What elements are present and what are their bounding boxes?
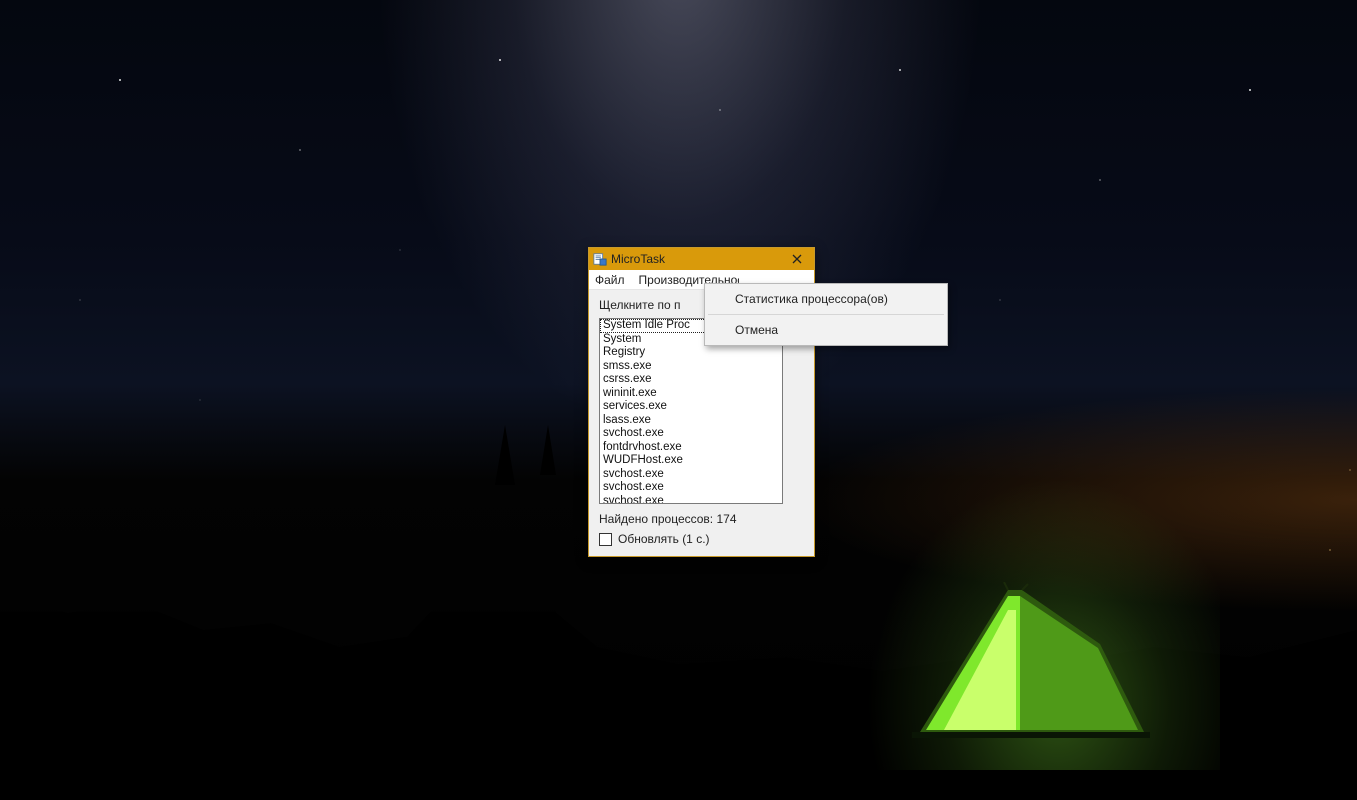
process-list-item[interactable]: lsass.exe	[600, 414, 782, 428]
close-button[interactable]	[780, 248, 814, 270]
status-found-label: Найдено процессов:	[599, 512, 713, 526]
menu-file[interactable]: Файл	[595, 273, 625, 287]
process-list-item[interactable]: fontdrvhost.exe	[600, 441, 782, 455]
process-list-item[interactable]: svchost.exe	[600, 427, 782, 441]
process-list-item[interactable]: csrss.exe	[600, 373, 782, 387]
process-list-item[interactable]: svchost.exe	[600, 495, 782, 504]
performance-dropdown: Статистика процессора(ов) Отмена	[704, 283, 948, 346]
refresh-row: Обновлять (1 с.)	[599, 532, 804, 546]
refresh-label: Обновлять (1 с.)	[618, 532, 710, 546]
close-icon	[792, 254, 802, 264]
popup-cpu-stats[interactable]: Статистика процессора(ов)	[707, 286, 945, 312]
wallpaper-tent	[912, 582, 1150, 738]
window-title: MicroTask	[611, 252, 780, 266]
desktop-wallpaper: MicroTask Файл Производительность Щелкни…	[0, 0, 1357, 800]
hint-label: Щелкните по п	[599, 298, 694, 312]
process-list-item[interactable]: WUDFHost.exe	[600, 454, 782, 468]
process-list-item[interactable]: Registry	[600, 346, 782, 360]
app-icon	[593, 252, 607, 266]
process-list-item[interactable]: svchost.exe	[600, 468, 782, 482]
popup-separator	[708, 314, 944, 315]
wallpaper-tree	[540, 425, 556, 475]
status-found-count: 174	[716, 512, 736, 526]
status-found: Найдено процессов: 174	[599, 512, 804, 526]
titlebar[interactable]: MicroTask	[589, 248, 814, 270]
process-list-item[interactable]: smss.exe	[600, 360, 782, 374]
process-list-item[interactable]: services.exe	[600, 400, 782, 414]
process-list-item[interactable]: svchost.exe	[600, 481, 782, 495]
popup-cancel[interactable]: Отмена	[707, 317, 945, 343]
wallpaper-tree	[495, 425, 515, 485]
process-list-item[interactable]: wininit.exe	[600, 387, 782, 401]
refresh-checkbox[interactable]	[599, 533, 612, 546]
